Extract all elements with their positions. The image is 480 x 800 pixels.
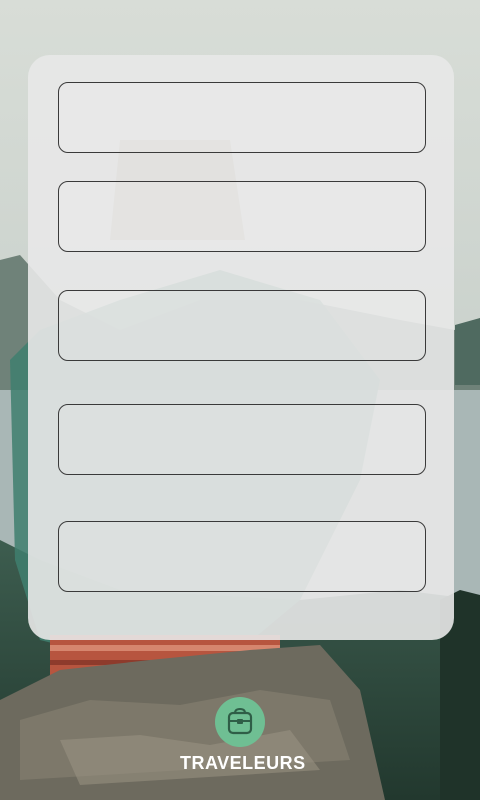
text-input-2[interactable] <box>59 182 425 251</box>
input-field-5[interactable] <box>58 521 426 592</box>
text-input-5[interactable] <box>59 522 425 591</box>
input-field-1[interactable] <box>58 82 426 153</box>
input-field-2[interactable] <box>58 181 426 252</box>
input-field-3[interactable] <box>58 290 426 361</box>
text-input-3[interactable] <box>59 291 425 360</box>
backpack-icon <box>215 697 265 747</box>
text-input-1[interactable] <box>59 83 425 152</box>
input-field-4[interactable] <box>58 404 426 475</box>
form-card <box>28 55 454 640</box>
brand-name: TRAVELEURS <box>180 753 306 773</box>
text-input-4[interactable] <box>59 405 425 474</box>
brand-logo: TRAVELEURS <box>180 697 306 777</box>
